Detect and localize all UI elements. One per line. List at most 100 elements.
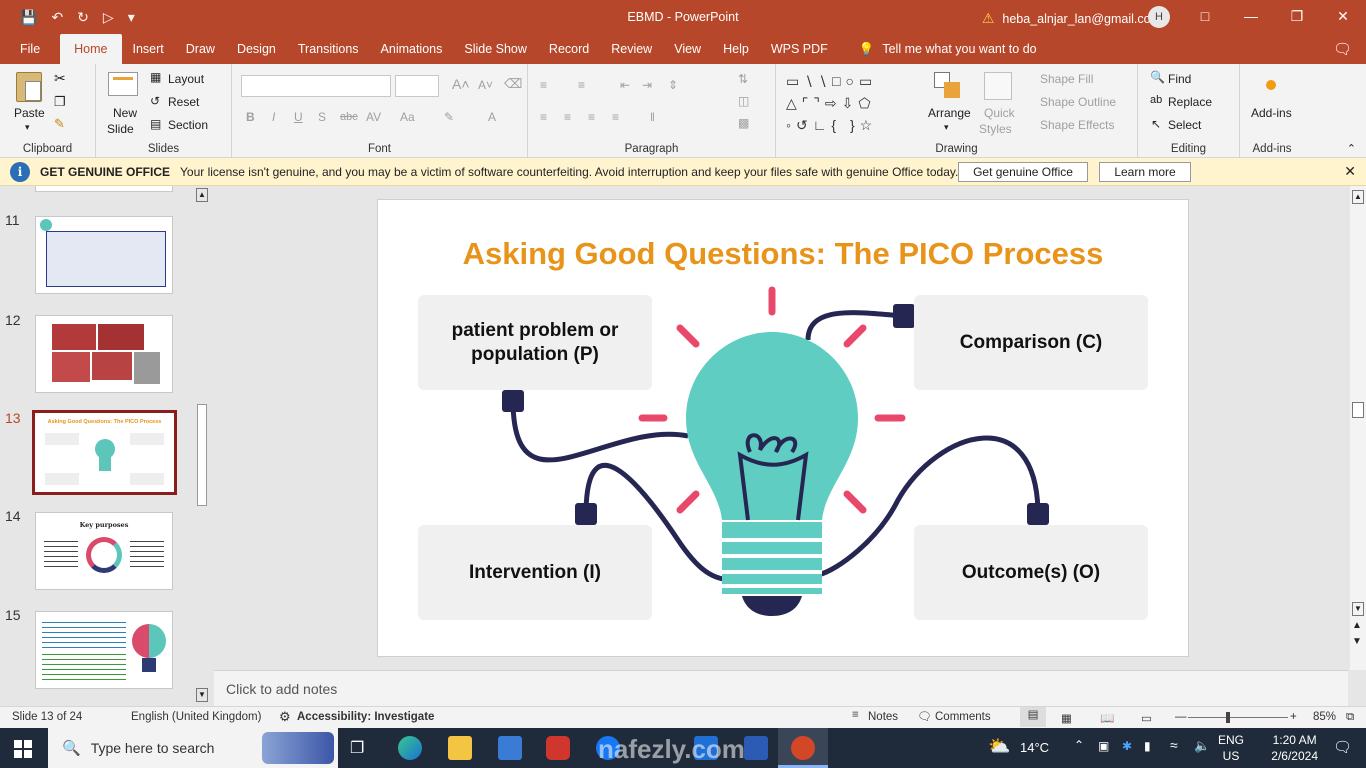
paste-dropdown-icon[interactable]: ▾	[25, 122, 30, 133]
font-size-combo[interactable]	[395, 75, 439, 97]
shapes-gallery[interactable]: ▭∖∖□○▭ △⌜⌝⇨⇩⬠ ◦↺∟{ }☆	[786, 70, 916, 134]
save-icon[interactable]: 💾	[20, 9, 37, 26]
slideshow-view-icon[interactable]: ▭	[1141, 711, 1152, 725]
scroll-down-icon[interactable]: ▼	[196, 688, 208, 702]
close-message-icon[interactable]: ✕	[1344, 163, 1356, 180]
store-icon[interactable]	[498, 736, 522, 760]
next-slide-icon[interactable]: ▼	[1352, 636, 1362, 647]
taskbar-search[interactable]: 🔍 Type here to search	[48, 728, 338, 768]
pico-box-o[interactable]: Outcome(s) (O)	[914, 525, 1148, 620]
task-view-icon[interactable]: ❐	[350, 738, 364, 758]
mail-icon[interactable]	[694, 736, 718, 760]
justify-icon[interactable]: ≡	[612, 110, 619, 124]
shadow-icon[interactable]: S	[318, 110, 326, 124]
replace-button[interactable]: Replace	[1168, 95, 1212, 109]
bullets-icon[interactable]: ≡	[540, 78, 547, 92]
zoom-out-icon[interactable]: —	[1175, 711, 1187, 723]
collapse-ribbon-icon[interactable]: ⌃	[1347, 142, 1356, 155]
thumbnail-scrollbar[interactable]: ▲ ▼	[194, 186, 210, 706]
new-slide-button[interactable]: New	[113, 106, 137, 120]
partial-thumbnail[interactable]	[35, 186, 173, 192]
comments-button[interactable]: Comments	[935, 711, 991, 723]
edge-icon[interactable]	[398, 736, 422, 760]
tab-transitions[interactable]: Transitions	[287, 34, 370, 64]
numbering-icon[interactable]: ≡	[578, 78, 585, 92]
weather-temp[interactable]: 14°C	[1020, 740, 1049, 755]
language-tray[interactable]: ENG US	[1218, 732, 1244, 764]
scroll-up-icon[interactable]: ▲	[1352, 190, 1364, 204]
powerpoint-taskbar-button[interactable]	[778, 728, 828, 768]
tell-me-box[interactable]: 💡 Tell me what you want to do	[839, 34, 1037, 64]
tab-file[interactable]: File	[0, 34, 60, 64]
learn-more-button[interactable]: Learn more	[1099, 162, 1191, 182]
language-indicator[interactable]: English (United Kingdom)	[131, 711, 261, 723]
change-case-icon[interactable]: Aa	[400, 110, 415, 124]
align-left-icon[interactable]: ≡	[540, 110, 547, 124]
editor-scroll-thumb[interactable]	[1352, 402, 1364, 418]
accessibility-status[interactable]: Accessibility: Investigate	[297, 711, 434, 723]
slide-thumbnail-13[interactable]: Asking Good Questions: The PICO Process	[32, 410, 177, 495]
arrange-button[interactable]: Arrange	[928, 106, 971, 120]
fit-to-window-icon[interactable]: ⧉	[1346, 711, 1354, 724]
slide-sorter-icon[interactable]: ▦	[1061, 711, 1072, 725]
scroll-down-icon[interactable]: ▼	[1352, 602, 1364, 616]
windows-start-icon[interactable]	[14, 740, 32, 758]
wps-icon[interactable]	[546, 736, 570, 760]
notes-button[interactable]: Notes	[868, 711, 898, 723]
tab-wps-pdf[interactable]: WPS PDF	[760, 34, 839, 64]
thumbnail-scroll-thumb[interactable]	[197, 404, 207, 506]
shrink-font-icon[interactable]: A˅	[478, 78, 493, 92]
addins-button[interactable]: Add-ins	[1251, 106, 1292, 120]
slide-thumbnail-11[interactable]	[35, 216, 173, 294]
pico-box-i[interactable]: Intervention (I)	[418, 525, 652, 620]
scroll-up-icon[interactable]: ▲	[196, 188, 208, 202]
cut-icon[interactable]: ✂	[54, 70, 66, 87]
bluetooth-icon[interactable]: ✱	[1122, 739, 1132, 753]
tab-slide-show[interactable]: Slide Show	[453, 34, 538, 64]
tab-home[interactable]: Home	[60, 34, 122, 64]
underline-icon[interactable]: U	[294, 110, 303, 124]
quick-styles-button[interactable]: Quick	[984, 106, 1015, 120]
reading-view-icon[interactable]: 📖	[1100, 711, 1114, 725]
camera-icon[interactable]: ▣	[1098, 739, 1109, 753]
increase-indent-icon[interactable]: ⇥	[642, 78, 652, 92]
strikethrough-icon[interactable]: abc	[340, 111, 358, 123]
slide-thumbnail-12[interactable]	[35, 315, 173, 393]
paste-icon[interactable]	[16, 72, 42, 102]
layout-button[interactable]: Layout	[168, 72, 204, 86]
wifi-icon[interactable]: ≈	[1170, 737, 1178, 753]
current-slide[interactable]: Asking Good Questions: The PICO Process	[377, 199, 1189, 657]
format-painter-icon[interactable]: ✎	[54, 116, 65, 132]
clock[interactable]: 1:20 AM 2/6/2024	[1271, 732, 1318, 764]
account-area[interactable]: ⚠ heba_alnjar_lan@gmail.com	[982, 10, 1161, 27]
ribbon-display-icon[interactable]: □	[1182, 0, 1228, 34]
font-name-combo[interactable]	[241, 75, 391, 97]
notes-pane[interactable]: Click to add notes	[214, 670, 1348, 706]
close-icon[interactable]: ✕	[1320, 0, 1366, 34]
volume-icon[interactable]: 🔈	[1194, 738, 1210, 754]
tray-chevron-icon[interactable]: ⌃	[1074, 738, 1084, 752]
slide-thumbnail-15[interactable]	[35, 611, 173, 689]
shape-outline-button[interactable]: Shape Outline	[1040, 95, 1116, 109]
clear-format-icon[interactable]: ⌫	[504, 76, 522, 92]
zoom-slider-thumb[interactable]	[1226, 712, 1230, 723]
paste-button[interactable]: Paste	[14, 106, 45, 120]
font-color-icon[interactable]: A	[488, 110, 496, 124]
align-center-icon[interactable]: ≡	[564, 110, 571, 124]
avatar[interactable]: H	[1148, 6, 1170, 28]
copy-icon[interactable]: ❐	[54, 94, 66, 110]
section-button[interactable]: Section	[168, 118, 208, 132]
tab-review[interactable]: Review	[600, 34, 663, 64]
pico-box-p[interactable]: patient problem or population (P)	[418, 295, 652, 390]
char-spacing-icon[interactable]: AV	[366, 110, 381, 124]
word-icon[interactable]	[744, 736, 768, 760]
tab-view[interactable]: View	[663, 34, 712, 64]
columns-icon[interactable]: ‖	[650, 110, 655, 124]
comments-icon[interactable]: 🗨	[1333, 40, 1352, 58]
undo-icon[interactable]: ↶	[51, 9, 63, 26]
zoom-level[interactable]: 85%	[1313, 711, 1336, 723]
decrease-indent-icon[interactable]: ⇤	[620, 78, 630, 92]
slide-thumbnail-14[interactable]: Key purposes	[35, 512, 173, 590]
addins-icon[interactable]	[1266, 80, 1276, 90]
minimize-icon[interactable]: —	[1228, 0, 1274, 34]
